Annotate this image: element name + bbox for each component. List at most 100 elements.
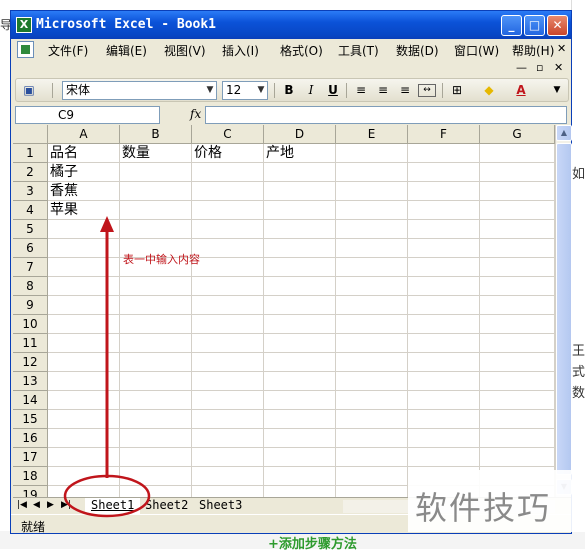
cell-d18[interactable] [264, 467, 336, 486]
cell-e1[interactable] [336, 144, 408, 163]
cell-g5[interactable] [480, 220, 555, 239]
merge-center-icon[interactable]: ↔ [418, 84, 436, 97]
cell-a4[interactable]: 苹果 [48, 201, 120, 220]
cell-b13[interactable] [120, 372, 192, 391]
cell-b17[interactable] [120, 448, 192, 467]
minimize-button[interactable]: _ [501, 15, 522, 36]
worksheet-grid[interactable]: A B C D E F G 1 品名 数量 价格 产地 2 橘子 3 香蕉 4 苹果 5 6 7 8 9 10 1… [13, 125, 555, 497]
cell-e11[interactable] [336, 334, 408, 353]
cell-f6[interactable] [408, 239, 480, 258]
cell-c5[interactable] [192, 220, 264, 239]
cell-a14[interactable] [48, 391, 120, 410]
align-center-icon[interactable]: ≡ [374, 82, 392, 99]
cell-b10[interactable] [120, 315, 192, 334]
tab-sheet1[interactable]: Sheet1 [85, 498, 141, 514]
scroll-up-button[interactable]: ▲ [556, 125, 572, 141]
cell-c17[interactable] [192, 448, 264, 467]
font-size-select[interactable]: 12 ▼ [222, 81, 268, 100]
cell-f5[interactable] [408, 220, 480, 239]
cell-f7[interactable] [408, 258, 480, 277]
toolbar-options-icon[interactable]: ▼ [548, 82, 566, 99]
cell-d16[interactable] [264, 429, 336, 448]
cell-e13[interactable] [336, 372, 408, 391]
menu-insert[interactable]: 插入(I) [222, 42, 259, 59]
cell-d8[interactable] [264, 277, 336, 296]
cell-f11[interactable] [408, 334, 480, 353]
cell-a1[interactable]: 品名 [48, 144, 120, 163]
menu-format[interactable]: 格式(O) [280, 42, 323, 59]
cell-c8[interactable] [192, 277, 264, 296]
scroll-thumb[interactable] [556, 143, 572, 475]
prev-sheet-button[interactable]: ◀ [33, 500, 40, 510]
close-button[interactable]: ✕ [547, 15, 568, 36]
row-header[interactable]: 14 [13, 391, 48, 410]
cell-d6[interactable] [264, 239, 336, 258]
cell-e10[interactable] [336, 315, 408, 334]
doc-close-button[interactable]: ✕ [557, 42, 566, 55]
cell-g6[interactable] [480, 239, 555, 258]
cell-d15[interactable] [264, 410, 336, 429]
col-header-g[interactable]: G [480, 125, 555, 144]
col-header-b[interactable]: B [120, 125, 192, 144]
cell-a7[interactable] [48, 258, 120, 277]
vertical-scrollbar[interactable]: ▲ ▼ [555, 125, 572, 497]
cell-f9[interactable] [408, 296, 480, 315]
cell-a13[interactable] [48, 372, 120, 391]
cell-b14[interactable] [120, 391, 192, 410]
row-header[interactable]: 7 [13, 258, 48, 277]
cell-a19[interactable] [48, 486, 120, 497]
cell-e12[interactable] [336, 353, 408, 372]
row-header[interactable]: 3 [13, 182, 48, 201]
cell-a3[interactable]: 香蕉 [48, 182, 120, 201]
cell-d3[interactable] [264, 182, 336, 201]
cell-g3[interactable] [480, 182, 555, 201]
italic-button[interactable]: I [302, 82, 320, 99]
menu-view[interactable]: 视图(V) [164, 42, 206, 59]
col-header-c[interactable]: C [192, 125, 264, 144]
col-header-d[interactable]: D [264, 125, 336, 144]
cell-c15[interactable] [192, 410, 264, 429]
fx-icon[interactable]: fx [190, 107, 201, 121]
cell-e18[interactable] [336, 467, 408, 486]
cell-b15[interactable] [120, 410, 192, 429]
next-sheet-button[interactable]: ▶ [47, 500, 54, 510]
row-header[interactable]: 11 [13, 334, 48, 353]
cell-a5[interactable] [48, 220, 120, 239]
align-left-icon[interactable]: ≡ [352, 82, 370, 99]
cell-b5[interactable] [120, 220, 192, 239]
cell-b18[interactable] [120, 467, 192, 486]
row-header[interactable]: 4 [13, 201, 48, 220]
cell-e6[interactable] [336, 239, 408, 258]
row-header[interactable]: 8 [13, 277, 48, 296]
add-step-link[interactable]: +添加步骤方法 [268, 533, 357, 552]
menu-file[interactable]: 文件(F) [48, 42, 88, 59]
row-header[interactable]: 5 [13, 220, 48, 239]
cell-d4[interactable] [264, 201, 336, 220]
cell-c2[interactable] [192, 163, 264, 182]
cell-d19[interactable] [264, 486, 336, 497]
cell-d12[interactable] [264, 353, 336, 372]
row-header[interactable]: 17 [13, 448, 48, 467]
font-name-select[interactable]: 宋体 ▼ [62, 81, 217, 100]
row-header[interactable]: 1 [13, 144, 48, 163]
cell-f4[interactable] [408, 201, 480, 220]
cell-c6[interactable] [192, 239, 264, 258]
cell-a18[interactable] [48, 467, 120, 486]
cell-g9[interactable] [480, 296, 555, 315]
cell-e3[interactable] [336, 182, 408, 201]
cell-e16[interactable] [336, 429, 408, 448]
cell-f8[interactable] [408, 277, 480, 296]
col-header-a[interactable]: A [48, 125, 120, 144]
cell-e19[interactable] [336, 486, 408, 497]
cell-f14[interactable] [408, 391, 480, 410]
doc-restore-button[interactable]: ▫ [536, 61, 543, 74]
row-header[interactable]: 16 [13, 429, 48, 448]
cell-d13[interactable] [264, 372, 336, 391]
cell-e7[interactable] [336, 258, 408, 277]
cell-g14[interactable] [480, 391, 555, 410]
cell-c16[interactable] [192, 429, 264, 448]
cell-e4[interactable] [336, 201, 408, 220]
cell-a16[interactable] [48, 429, 120, 448]
cell-a12[interactable] [48, 353, 120, 372]
menu-data[interactable]: 数据(D) [396, 42, 439, 59]
